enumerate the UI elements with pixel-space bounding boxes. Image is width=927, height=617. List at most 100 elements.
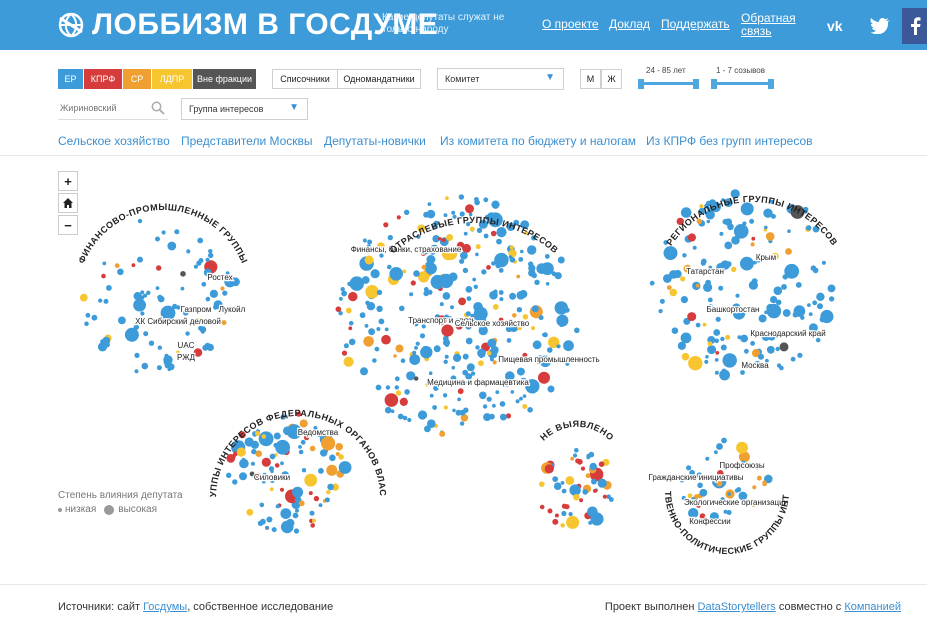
convocation-range-min-handle[interactable] — [711, 79, 717, 89]
deputy-dot[interactable] — [534, 279, 540, 285]
single-mandate-button[interactable]: Одномандатники — [337, 69, 421, 89]
deputy-dot[interactable] — [348, 291, 358, 302]
deputy-dot[interactable] — [439, 430, 446, 437]
deputy-dot[interactable] — [763, 208, 773, 218]
deputy-dot[interactable] — [378, 318, 385, 325]
deputy-dot[interactable] — [502, 256, 509, 263]
deputy-dot[interactable] — [241, 457, 246, 462]
deputy-dot[interactable] — [180, 286, 185, 291]
deputy-dot[interactable] — [793, 305, 806, 317]
deputy-dot[interactable] — [547, 385, 555, 393]
deputy-dot[interactable] — [402, 415, 408, 421]
deputy-dot[interactable] — [475, 252, 479, 257]
deputy-dot[interactable] — [293, 528, 300, 534]
deputy-dot[interactable] — [707, 345, 717, 355]
deputy-dot[interactable] — [459, 421, 465, 426]
deputy-dot[interactable] — [496, 238, 502, 245]
about-link[interactable]: О проекте — [542, 18, 599, 31]
deputy-dot[interactable] — [785, 248, 792, 255]
deputy-dot[interactable] — [486, 350, 492, 356]
deputy-dot[interactable] — [395, 390, 402, 396]
deputy-dot[interactable] — [744, 348, 749, 354]
deputy-dot[interactable] — [114, 263, 120, 269]
deputy-dot[interactable] — [463, 407, 469, 413]
deputy-dot[interactable] — [326, 490, 331, 495]
deputy-dot[interactable] — [531, 305, 539, 313]
deputy-dot[interactable] — [516, 274, 521, 279]
deputy-dot[interactable] — [465, 286, 473, 293]
datastorytellers-link[interactable]: DataStorytellers — [698, 601, 776, 613]
deputy-dot[interactable] — [564, 307, 570, 313]
deputy-dot[interactable] — [155, 286, 160, 290]
deputy-dot[interactable] — [722, 353, 737, 368]
deputy-dot[interactable] — [564, 504, 570, 510]
deputy-dot[interactable] — [193, 264, 198, 269]
deputy-dot[interactable] — [104, 341, 110, 348]
deputy-dot[interactable] — [740, 256, 754, 271]
deputy-dot[interactable] — [445, 196, 449, 201]
deputy-dot[interactable] — [381, 334, 391, 345]
deputy-dot[interactable] — [205, 257, 210, 262]
deputy-dot[interactable] — [509, 292, 517, 300]
deputy-dot[interactable] — [569, 484, 581, 496]
deputy-dot[interactable] — [140, 311, 145, 316]
deputy-dot[interactable] — [379, 253, 384, 258]
deputy-dot[interactable] — [232, 479, 238, 485]
deputy-dot[interactable] — [828, 296, 835, 302]
deputy-dot[interactable] — [161, 230, 166, 235]
deputy-dot[interactable] — [552, 476, 559, 482]
deputy-dot[interactable] — [486, 396, 492, 402]
deputy-dot[interactable] — [399, 305, 405, 312]
deputy-dot[interactable] — [137, 256, 143, 263]
deputy-dot[interactable] — [131, 263, 136, 268]
deputy-dot[interactable] — [277, 441, 281, 446]
deputy-dot[interactable] — [226, 472, 232, 478]
deputy-dot[interactable] — [476, 227, 483, 234]
deputy-dot[interactable] — [482, 404, 488, 409]
deputy-dot[interactable] — [807, 303, 811, 307]
deputy-dot[interactable] — [343, 343, 349, 349]
filter-kprf-no-groups[interactable]: Из КПРФ без групп интересов — [646, 134, 813, 148]
deputy-dot[interactable] — [589, 462, 597, 471]
deputy-dot[interactable] — [265, 525, 269, 530]
deputy-dot[interactable] — [500, 413, 507, 421]
deputy-dot[interactable] — [415, 341, 420, 346]
deputy-dot[interactable] — [280, 461, 284, 466]
deputy-dot[interactable] — [134, 369, 139, 374]
deputy-dot[interactable] — [720, 336, 725, 342]
deputy-dot[interactable] — [559, 323, 564, 327]
deputy-dot[interactable] — [669, 288, 678, 297]
deputy-dot[interactable] — [79, 293, 88, 302]
deputy-dot[interactable] — [465, 204, 474, 214]
deputy-dot[interactable] — [341, 290, 347, 297]
deputy-dot[interactable] — [359, 312, 366, 319]
deputy-dot[interactable] — [395, 344, 404, 353]
deputy-dot[interactable] — [538, 315, 544, 321]
deputy-dot[interactable] — [687, 312, 697, 322]
deputy-dot[interactable] — [444, 354, 449, 359]
deputy-dot[interactable] — [370, 269, 380, 279]
deputy-dot[interactable] — [680, 296, 689, 304]
deputy-dot[interactable] — [271, 527, 277, 533]
deputy-dot[interactable] — [478, 360, 484, 367]
deputy-dot[interactable] — [453, 353, 462, 362]
deputy-dot[interactable] — [441, 324, 454, 337]
deputy-dot[interactable] — [539, 504, 545, 510]
deputy-dot[interactable] — [724, 241, 733, 250]
deputy-dot[interactable] — [666, 285, 672, 290]
deputy-dot[interactable] — [731, 266, 737, 273]
deputy-dot[interactable] — [702, 322, 707, 327]
deputy-dot[interactable] — [186, 249, 191, 254]
deputy-dot[interactable] — [374, 346, 380, 352]
deputy-dot[interactable] — [106, 285, 112, 291]
deputy-dot[interactable] — [310, 523, 316, 528]
report-link[interactable]: Доклад — [609, 18, 650, 31]
deputy-dot[interactable] — [827, 284, 836, 293]
deputy-dot[interactable] — [580, 466, 586, 471]
deputy-dot[interactable] — [516, 367, 525, 376]
deputy-dot[interactable] — [432, 405, 437, 410]
deputy-dot[interactable] — [576, 458, 583, 465]
deputy-dot[interactable] — [715, 316, 721, 322]
deputy-dot[interactable] — [457, 397, 461, 402]
deputy-dot[interactable] — [716, 443, 723, 450]
